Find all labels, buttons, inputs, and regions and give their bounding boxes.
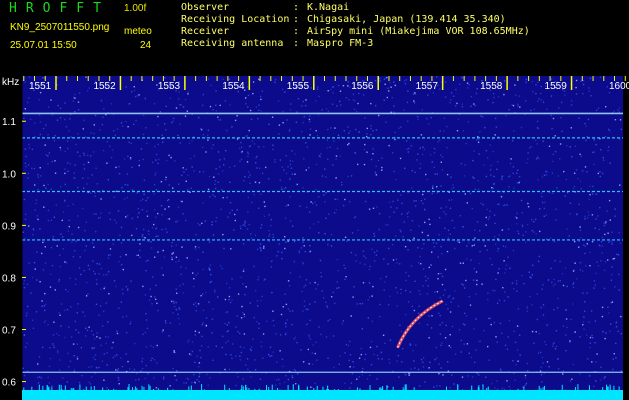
x-tick-label: 1554: [222, 81, 245, 92]
y-tick-label: 0.8: [2, 273, 16, 284]
x-tick-label: 1600: [609, 81, 629, 92]
app-brand: HROFFT: [9, 1, 110, 16]
x-tick-label: 1551: [29, 81, 52, 92]
x-tick-label: 1558: [480, 81, 503, 92]
hrofft-window: HROFFT 1.00f KN9_2507011550.png meteo 25…: [0, 0, 629, 400]
x-tick-label: 1552: [93, 81, 116, 92]
info-label: Receiving Location: [181, 14, 290, 25]
x-tick-label: 1556: [351, 81, 374, 92]
info-colon: :: [293, 26, 300, 37]
info-label: Receiving antenna: [181, 38, 284, 49]
file-name: KN9_2507011550.png: [10, 22, 110, 33]
info-colon: :: [293, 38, 300, 49]
info-colon: :: [293, 14, 300, 25]
x-tick-label: 1553: [158, 81, 181, 92]
info-row-location: Receiving Location: Chigasaki, Japan (139…: [181, 14, 621, 26]
y-axis-unit: kHz: [2, 77, 19, 88]
info-colon: :: [293, 2, 300, 13]
info-label: Observer: [181, 2, 230, 13]
y-tick-label: 1.0: [2, 169, 16, 180]
info-row-receiver: Receiver: AirSpy mini (Miakejima VOR 108.…: [181, 26, 621, 38]
info-row-antenna: Receiving antenna: Maspro FM-3: [181, 38, 621, 50]
y-tick-label: 1.1: [2, 117, 16, 128]
info-value: AirSpy mini (Miakejima VOR 108.65MHz): [307, 26, 530, 37]
timestamp: 25.07.01 15:50: [10, 40, 77, 51]
version-label: 1.00f: [124, 3, 147, 14]
station-info: Observer: K.Nagai Receiving Location: Chig…: [181, 2, 621, 50]
mode-label: meteo: [124, 26, 152, 37]
info-value: K.Nagai: [307, 2, 350, 13]
info-value: Maspro FM-3: [307, 38, 374, 49]
y-tick-label: 0.6: [2, 378, 16, 389]
spectrogram-plot: kHz 1.1 1.0 0.9 0.8 0.7 0.6 1551 1552 1553 1554 155…: [2, 76, 629, 400]
y-tick-label: 0.7: [2, 326, 16, 337]
info-value: Chigasaki, Japan (139.414 35.340): [307, 14, 506, 25]
info-row-observer: Observer: K.Nagai: [181, 2, 621, 14]
x-tick-label: 1559: [545, 81, 568, 92]
plot-background: [22, 76, 623, 392]
y-tick-label: 0.9: [2, 221, 16, 232]
info-label: Receiver: [181, 26, 230, 37]
echo-count: 24: [140, 40, 152, 51]
x-tick-label: 1555: [287, 81, 310, 92]
amplitude-band: [22, 390, 623, 400]
x-tick-label: 1557: [416, 81, 439, 92]
